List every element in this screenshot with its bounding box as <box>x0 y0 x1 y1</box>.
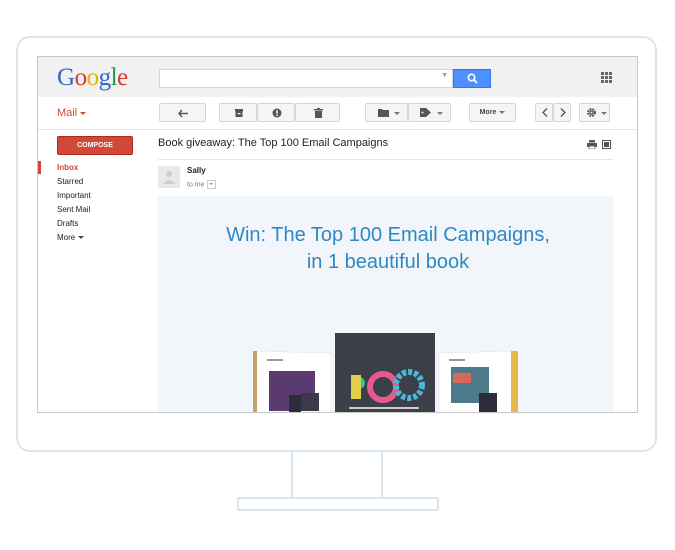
google-logo[interactable]: Google <box>57 64 128 92</box>
new-window-icon[interactable] <box>602 140 611 149</box>
folder-icon <box>378 109 389 117</box>
monitor-stand <box>237 497 439 511</box>
chevron-left-icon <box>542 108 548 117</box>
archive-icon <box>235 109 243 117</box>
sidebar-item-more[interactable]: More <box>57 233 85 242</box>
sidebar-item-important[interactable]: Important <box>57 191 91 200</box>
archive-button[interactable] <box>219 103 257 122</box>
book-image <box>252 333 518 412</box>
sidebar-item-inbox[interactable]: Inbox <box>57 163 78 172</box>
reply-button[interactable] <box>159 103 206 122</box>
toolbar: Mail More <box>38 97 637 130</box>
top-bar: Google ▼ <box>38 57 637 98</box>
search-button[interactable] <box>453 69 491 88</box>
email-body: Win: The Top 100 Email Campaigns, in 1 b… <box>158 196 613 412</box>
more-button[interactable]: More <box>469 103 516 122</box>
sidebar-item-drafts[interactable]: Drafts <box>57 219 78 228</box>
search-icon <box>467 73 478 84</box>
recipient-line[interactable]: to me <box>187 180 216 189</box>
sender-name: Sally <box>187 166 206 175</box>
message-view: Book giveaway: The Top 100 Email Campaig… <box>158 130 613 412</box>
chevron-down-icon <box>394 112 400 115</box>
avatar <box>158 166 180 188</box>
chevron-right-icon <box>560 108 566 117</box>
older-button[interactable] <box>553 103 571 122</box>
chevron-down-icon <box>601 112 607 115</box>
logo-letter: e <box>117 64 128 91</box>
settings-button[interactable] <box>579 103 610 122</box>
report-spam-button[interactable] <box>257 103 295 122</box>
print-icon[interactable] <box>587 140 597 149</box>
sidebar-more-label: More <box>57 233 76 242</box>
message-subject: Book giveaway: The Top 100 Email Campaig… <box>158 137 389 149</box>
active-indicator <box>38 161 41 174</box>
chevron-down-icon <box>80 111 87 115</box>
sidebar: COMPOSE Inbox Starred Important Sent Mai… <box>38 130 153 412</box>
report-spam-icon <box>272 108 282 118</box>
divider <box>158 159 613 160</box>
trash-icon <box>314 108 323 118</box>
search-options-icon[interactable]: ▼ <box>441 72 448 79</box>
email-headline: Win: The Top 100 Email Campaigns, in 1 b… <box>226 224 550 273</box>
details-dropdown-icon[interactable] <box>206 180 216 189</box>
search-input[interactable]: ▼ <box>159 69 453 88</box>
logo-letter: g <box>98 64 112 91</box>
sidebar-item-sent-mail[interactable]: Sent Mail <box>57 205 90 214</box>
more-label: More <box>479 109 497 116</box>
gear-icon <box>586 107 597 118</box>
tag-icon <box>420 108 431 117</box>
sidebar-item-starred[interactable]: Starred <box>57 177 83 186</box>
chevron-down-icon <box>499 110 506 114</box>
apps-grid-icon[interactable] <box>601 72 613 84</box>
recipient-label: to me <box>187 181 205 189</box>
labels-button[interactable] <box>408 103 451 122</box>
mail-label: Mail <box>57 107 78 119</box>
reply-icon <box>178 109 188 118</box>
move-to-button[interactable] <box>365 103 408 122</box>
logo-letter: o <box>86 64 100 91</box>
gmail-window: Google ▼ Mail More COMPOSE Inbox Starred… <box>37 56 638 413</box>
compose-button[interactable]: COMPOSE <box>57 136 133 155</box>
logo-letter: o <box>74 64 88 91</box>
monitor-neck <box>291 452 383 498</box>
book-illustration <box>252 333 518 412</box>
chevron-down-icon <box>78 236 85 240</box>
newer-button[interactable] <box>535 103 553 122</box>
logo-letter: G <box>57 64 75 91</box>
delete-button[interactable] <box>295 103 340 122</box>
mail-menu[interactable]: Mail <box>57 107 87 119</box>
chevron-down-icon <box>437 112 443 115</box>
person-icon <box>163 171 175 184</box>
